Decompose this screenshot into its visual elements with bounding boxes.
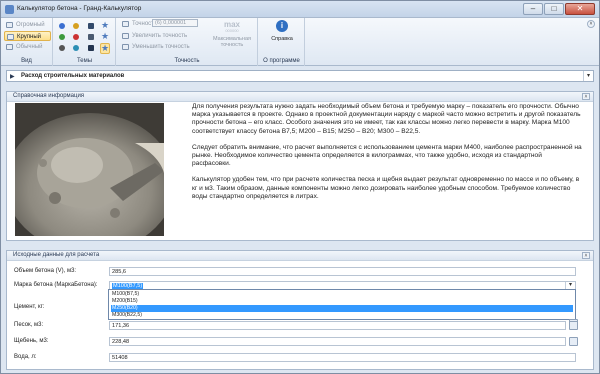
decrease-precision-button[interactable]: Уменьшить точность (120, 42, 204, 52)
volume-label: Объем бетона (V), м3: (14, 268, 77, 274)
theme-red-icon[interactable] (73, 34, 79, 40)
theme-night-icon[interactable] (88, 45, 94, 51)
max-precision-button[interactable]: max 000000 Максимальная точность (209, 19, 255, 55)
water-input[interactable]: 51408 (109, 353, 576, 362)
app-window: Калькулятор бетона - Гранд-Калькулятор –… (0, 0, 600, 374)
info-paragraph: Калькулятор удобен тем, что при расчете … (192, 176, 580, 200)
ribbon: Огромный Крупный Обычный Вид ★ ★ ★ Темы … (1, 18, 599, 66)
precision-group-label: Точность (174, 58, 200, 64)
gravel-label: Щебень, м3: (14, 338, 49, 344)
view-normal-button[interactable]: Обычный (4, 42, 51, 52)
water-label: Вода, л: (14, 354, 37, 360)
grade-label: Марка бетона (МаркаБетона): (14, 282, 98, 288)
decrease-icon (122, 44, 129, 50)
chevron-down-icon[interactable]: ▾ (565, 282, 575, 289)
grade-option[interactable]: М300(В22,5) (111, 312, 573, 319)
max-icon-sub: 000000 (225, 28, 239, 33)
cement-row: Цемент, кг: (14, 303, 584, 328)
water-row: Вода, л: 51408 (14, 353, 584, 363)
theme-orange-icon[interactable] (73, 23, 79, 29)
concrete-photo (15, 103, 164, 236)
themes-group-label: Темы (76, 58, 93, 64)
info-panel-header: Справочная информация ˄ (7, 92, 593, 102)
view-group-label: Вид (21, 58, 32, 64)
sand-label: Песок, м3: (14, 322, 44, 328)
view-large-button[interactable]: Крупный (4, 31, 51, 41)
theme-green-icon[interactable] (59, 34, 65, 40)
gravel-row: Щебень, м3: 228,48 (14, 337, 584, 347)
increase-precision-button[interactable]: Увеличить точность (120, 31, 204, 41)
grade-option[interactable]: М100(В7,5) (111, 291, 573, 298)
theme-dark-icon[interactable] (59, 45, 65, 51)
sand-input[interactable]: 171,36 (109, 321, 566, 330)
close-button[interactable]: ✕ (565, 3, 595, 15)
category-select[interactable]: ▶ Расход строительных материалов ▾ (6, 70, 594, 82)
volume-row: Объем бетона (V), м3: 285,6 (14, 267, 584, 277)
star-icon[interactable]: ★ (101, 21, 109, 30)
about-group-label: О программе (263, 58, 300, 64)
help-button[interactable]: i Справка (263, 20, 301, 52)
size-icon (7, 34, 14, 40)
title-bar: Калькулятор бетона - Гранд-Калькулятор –… (1, 1, 599, 18)
size-icon (6, 22, 13, 28)
increase-icon (122, 33, 129, 39)
input-panel-header: Исходные данные для расчета ˄ (7, 251, 593, 261)
collapse-icon[interactable]: ˄ (582, 93, 590, 100)
star-icon[interactable]: ★ (101, 32, 109, 41)
info-icon: i (276, 20, 288, 32)
minimize-button[interactable]: – (523, 3, 543, 15)
info-text: Для получения результата нужно задать не… (192, 103, 582, 209)
calculator-icon[interactable] (569, 321, 578, 330)
themes-group: ★ ★ ★ Темы (54, 18, 116, 66)
precision-icon (122, 21, 129, 27)
gravel-input[interactable]: 228,48 (109, 337, 566, 346)
category-selected: Расход строительных материалов (21, 73, 125, 79)
precision-group: Точность (6) 0,000001 Увеличить точность… (117, 18, 258, 66)
calculator-icon[interactable] (569, 337, 578, 346)
view-huge-button[interactable]: Огромный (4, 20, 51, 30)
theme-teal-icon[interactable] (73, 45, 79, 51)
volume-input[interactable]: 285,6 (109, 267, 576, 276)
input-panel-title: Исходные данные для расчета (13, 252, 100, 258)
theme-slate-icon[interactable] (88, 34, 94, 40)
window-title: Калькулятор бетона - Гранд-Калькулятор (17, 5, 142, 12)
star-icon[interactable]: ★ (100, 43, 111, 54)
theme-blue-icon[interactable] (59, 23, 65, 29)
size-icon (6, 44, 13, 50)
precision-input[interactable]: (6) 0,000001 (152, 19, 198, 27)
app-icon (5, 5, 14, 14)
info-paragraph: Следует обратить внимание, что расчет вы… (192, 143, 582, 168)
chevron-down-icon[interactable]: ▾ (583, 71, 593, 81)
ribbon-minimize-icon[interactable]: ˄ (587, 20, 595, 28)
info-panel-title: Справочная информация (13, 93, 85, 99)
cement-label: Цемент, кг: (14, 304, 45, 310)
theme-navy-icon[interactable] (88, 23, 94, 29)
view-group: Огромный Крупный Обычный Вид (1, 18, 53, 66)
sand-row: Песок, м3: 171,36 (14, 321, 584, 331)
collapse-icon[interactable]: ˄ (582, 252, 590, 259)
play-arrow-icon: ▶ (10, 74, 15, 80)
maximize-button[interactable]: □ (544, 3, 564, 15)
about-group: i Справка О программе (259, 18, 305, 66)
info-paragraph: Для получения результата нужно задать не… (192, 103, 581, 135)
